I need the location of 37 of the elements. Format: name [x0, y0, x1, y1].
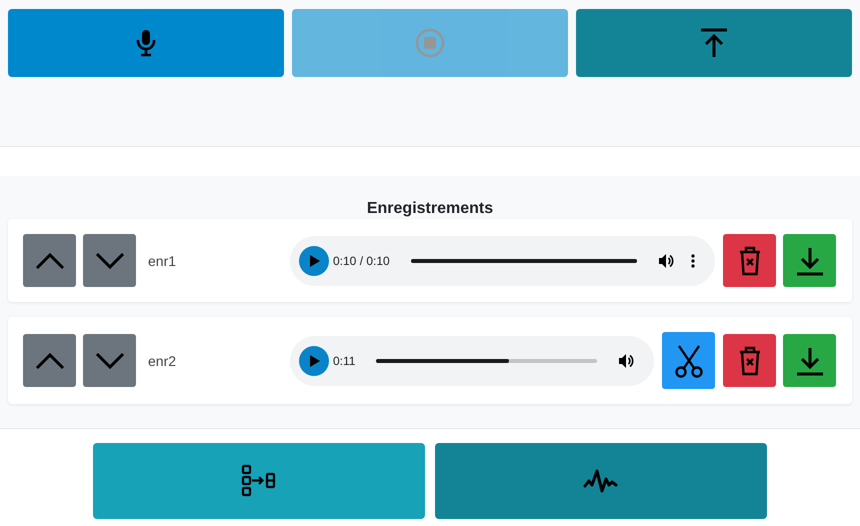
- volume-icon[interactable]: [618, 352, 634, 368]
- move-up-button[interactable]: [23, 234, 76, 287]
- move-down-button[interactable]: [83, 234, 136, 287]
- recording-name: enr2: [147, 352, 178, 368]
- download-icon: [794, 246, 824, 276]
- download-icon: [794, 346, 824, 376]
- play-icon: [310, 354, 320, 366]
- chevron-down-icon: [94, 352, 124, 370]
- play-icon: [310, 254, 320, 266]
- download-button[interactable]: [783, 334, 836, 387]
- microphone-icon: [135, 29, 157, 57]
- scissors-icon: [674, 344, 702, 378]
- play-button[interactable]: [299, 346, 329, 376]
- trash-icon: [738, 246, 762, 276]
- move-down-button[interactable]: [83, 334, 136, 387]
- seek-bar[interactable]: [410, 258, 637, 262]
- seek-bar[interactable]: [376, 358, 597, 362]
- more-options-icon[interactable]: [691, 254, 695, 268]
- download-button[interactable]: [783, 234, 836, 287]
- trash-icon: [738, 346, 762, 376]
- split-icon: [241, 464, 277, 498]
- play-button[interactable]: [299, 246, 329, 276]
- playback-time: 0:10 / 0:10: [333, 254, 390, 268]
- upload-icon: [699, 28, 729, 58]
- chevron-up-icon: [34, 252, 64, 270]
- waveform-icon: [583, 467, 619, 495]
- volume-icon[interactable]: [658, 252, 674, 268]
- stop-icon: [415, 28, 445, 58]
- section-title: Enregistrements: [366, 199, 494, 219]
- playback-time: 0:11: [333, 354, 356, 368]
- cut-button[interactable]: [662, 332, 715, 389]
- recording-name: enr1: [147, 252, 178, 268]
- delete-button[interactable]: [723, 234, 776, 287]
- delete-button[interactable]: [723, 334, 776, 387]
- chevron-up-icon: [34, 352, 64, 370]
- chevron-down-icon: [94, 252, 124, 270]
- move-up-button[interactable]: [23, 334, 76, 387]
